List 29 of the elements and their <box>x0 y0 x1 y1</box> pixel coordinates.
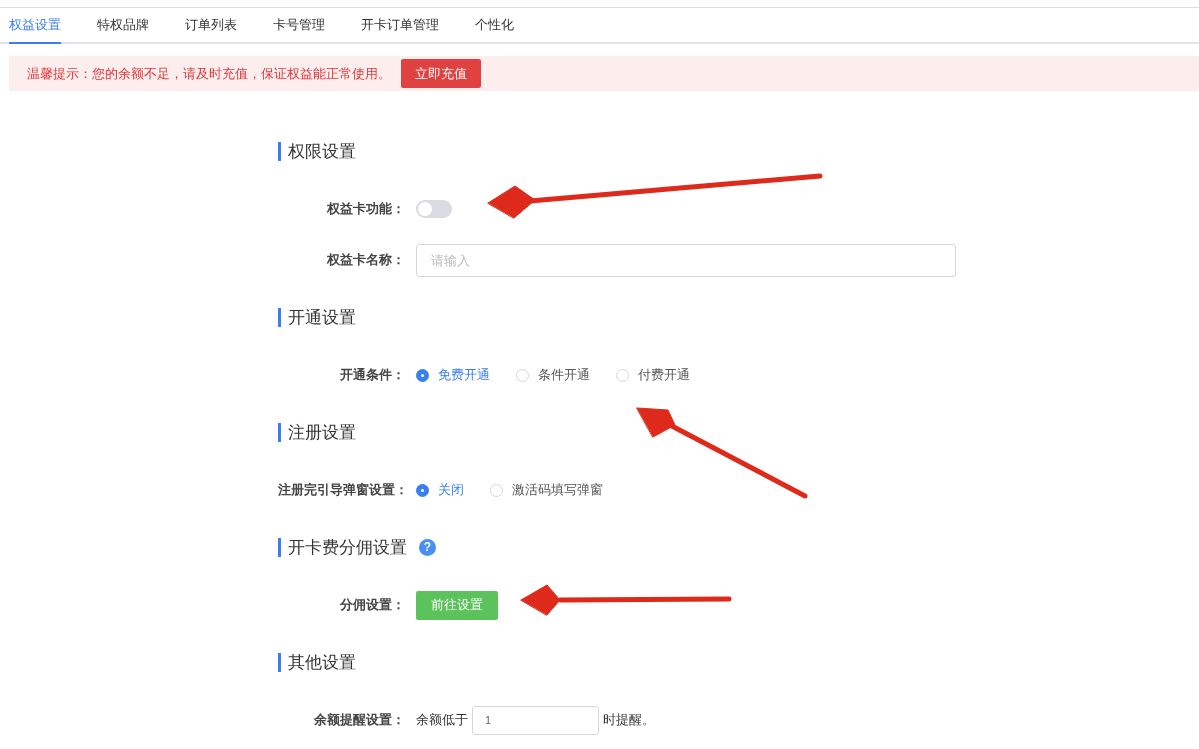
radio-option[interactable]: 条件开通 <box>516 365 590 385</box>
radio-option[interactable]: 关闭 <box>416 480 464 500</box>
toggle-switch[interactable] <box>416 200 452 218</box>
section-title: 其他设置 <box>278 652 356 672</box>
tab[interactable]: 权益设置 <box>9 8 61 44</box>
radio-option[interactable]: 免费开通 <box>416 365 490 385</box>
suffix-text: 时提醒。 <box>603 711 655 730</box>
tab[interactable]: 特权品牌 <box>97 8 149 44</box>
tab[interactable]: 卡号管理 <box>273 8 325 44</box>
section-title: 注册设置 <box>278 422 356 442</box>
recharge-button[interactable]: 立即充值 <box>401 59 481 88</box>
field-label: 权益卡名称： <box>326 251 405 270</box>
field-label: 余额提醒设置： <box>313 711 405 730</box>
tab[interactable]: 个性化 <box>475 8 514 44</box>
tab[interactable]: 订单列表 <box>185 8 237 44</box>
section-title: 权限设置 <box>278 141 356 161</box>
number-input[interactable]: 1 <box>472 705 599 735</box>
field-label: 分佣设置： <box>339 596 405 615</box>
radio-option[interactable]: 付费开通 <box>616 365 690 385</box>
field-label: 注册完引导弹窗设置： <box>278 481 405 500</box>
section-title: 开卡费分佣设置 <box>278 537 407 557</box>
text-input[interactable]: 请输入 <box>416 243 956 277</box>
field-label: 开通条件： <box>339 366 405 385</box>
tab[interactable]: 开卡订单管理 <box>361 8 439 44</box>
radio-option[interactable]: 激活码填写弹窗 <box>490 480 603 500</box>
field-label: 权益卡功能： <box>326 200 405 219</box>
section-title: 开通设置 <box>278 307 356 327</box>
prefix-text: 余额低于 <box>416 711 468 730</box>
warning-text: 温馨提示：您的余额不足，请及时充值，保证权益能正常使用。 <box>27 64 391 83</box>
